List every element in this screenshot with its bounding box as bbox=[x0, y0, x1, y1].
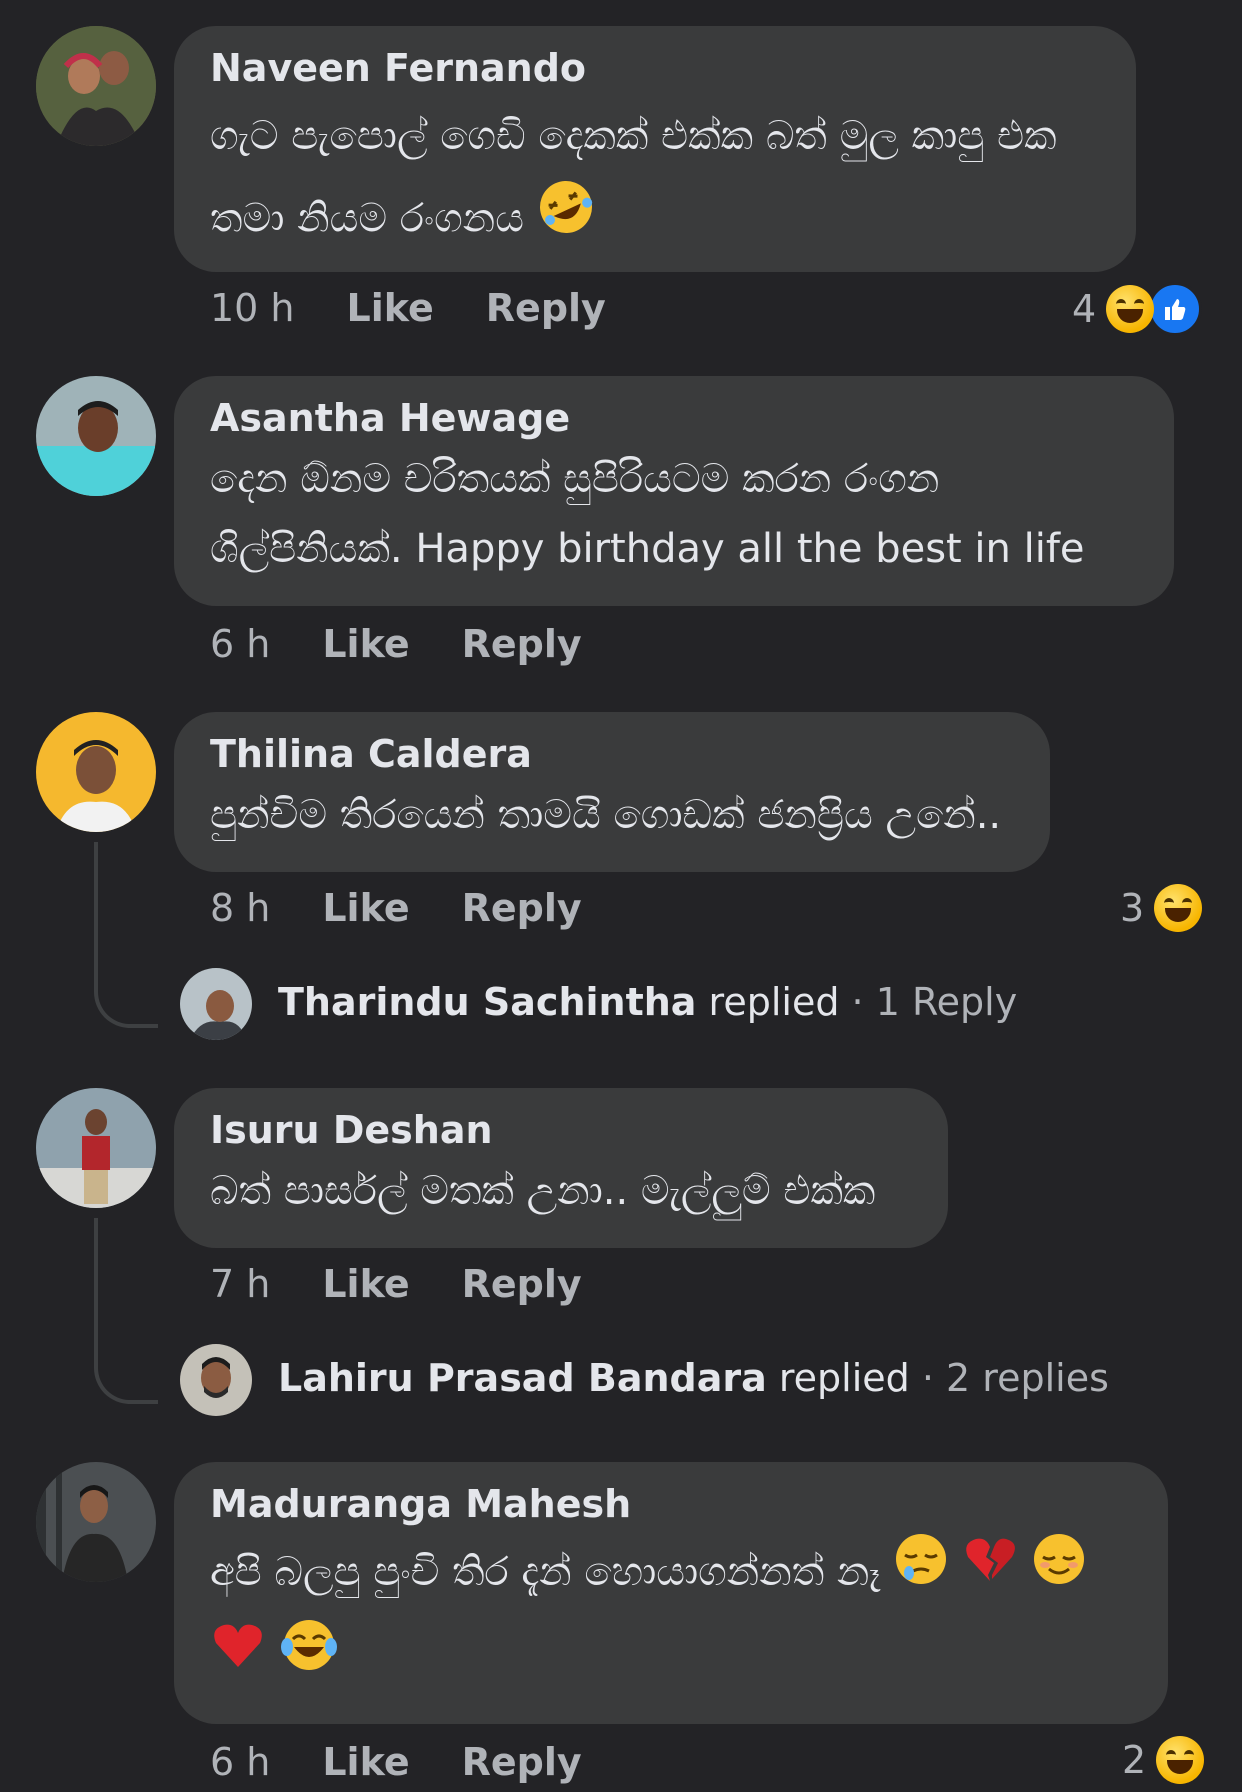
comment-time[interactable]: 8 h bbox=[210, 886, 270, 930]
comment-bubble[interactable]: Thilina Caldera පුන්චිම තිරයෙන් තාමයි ගො… bbox=[174, 712, 1050, 872]
comment-meta: 10 h Like Reply bbox=[210, 286, 658, 330]
thread-connector bbox=[94, 842, 158, 1028]
reaction-summary[interactable]: 4 bbox=[1072, 282, 1203, 336]
like-button[interactable]: Like bbox=[322, 1740, 409, 1784]
replied-label: replied bbox=[708, 980, 840, 1024]
like-button[interactable]: Like bbox=[322, 886, 409, 930]
broken-heart-emoji bbox=[962, 1531, 1018, 1616]
avatar[interactable] bbox=[180, 1344, 252, 1416]
comment-meta: 7 h Like Reply bbox=[210, 1262, 634, 1306]
avatar[interactable] bbox=[180, 968, 252, 1040]
comment-meta: 6 h Like Reply bbox=[210, 1740, 634, 1784]
avatar-image bbox=[36, 376, 156, 496]
like-icon bbox=[1148, 282, 1203, 336]
red-heart-emoji bbox=[210, 1617, 266, 1700]
avatar-image bbox=[36, 1088, 156, 1208]
like-button[interactable]: Like bbox=[322, 622, 409, 666]
comment-time[interactable]: 6 h bbox=[210, 1740, 270, 1784]
relieved-face-emoji bbox=[1031, 1531, 1087, 1616]
avatar-image bbox=[180, 1344, 252, 1416]
reaction-count: 3 bbox=[1120, 886, 1145, 930]
comment-time[interactable]: 10 h bbox=[210, 286, 295, 330]
reply-count: 1 Reply bbox=[875, 980, 1018, 1024]
avatar[interactable] bbox=[36, 376, 156, 496]
avatar-image bbox=[180, 968, 252, 1040]
comment-author[interactable]: Naveen Fernando bbox=[210, 47, 1100, 90]
comment-bubble[interactable]: Naveen Fernando ගැට පැපොල් ගෙඩි දෙකක් එක… bbox=[174, 26, 1136, 272]
comment-time[interactable]: 6 h bbox=[210, 622, 270, 666]
comment-text-line-2: තමා නියම රංගනය bbox=[210, 195, 524, 242]
comment-text-line-2: ශිල්පිනියක්. Happy birthday all the best… bbox=[210, 525, 1085, 572]
avatar[interactable] bbox=[36, 26, 156, 146]
comment-text-line-1: ගැට පැපොල් ගෙඩි දෙකක් එක්ක බත් මුල කාපු … bbox=[210, 112, 1057, 159]
avatar[interactable] bbox=[36, 1088, 156, 1208]
like-button[interactable]: Like bbox=[347, 286, 434, 330]
comment-author[interactable]: Maduranga Mahesh bbox=[210, 1483, 1132, 1526]
comment-author[interactable]: Isuru Deshan bbox=[210, 1109, 912, 1152]
reaction-count: 4 bbox=[1072, 287, 1097, 331]
avatar[interactable] bbox=[36, 712, 156, 832]
comment-author[interactable]: Thilina Caldera bbox=[210, 733, 1014, 776]
reply-button[interactable]: Reply bbox=[462, 1740, 582, 1784]
reply-button[interactable]: Reply bbox=[462, 1262, 582, 1306]
like-button[interactable]: Like bbox=[322, 1262, 409, 1306]
reply-button[interactable]: Reply bbox=[462, 886, 582, 930]
avatar-image bbox=[36, 1462, 156, 1582]
reaction-count: 2 bbox=[1122, 1738, 1147, 1782]
comment-meta: 6 h Like Reply bbox=[210, 622, 634, 666]
comment-bubble[interactable]: Maduranga Mahesh අපි බලපු පුංචි තිර දැන්… bbox=[174, 1462, 1168, 1724]
avatar-image bbox=[36, 712, 156, 832]
comment-text-line-1: බත් පාර්සල් මතක් උනා.. මැල්ලුම් එක්ක bbox=[210, 1167, 876, 1214]
sleepy-face-emoji bbox=[893, 1531, 949, 1616]
tears-of-joy-emoji bbox=[279, 1617, 339, 1700]
reply-button[interactable]: Reply bbox=[486, 286, 606, 330]
thread-connector bbox=[94, 1218, 158, 1404]
comment-text-line-1: අපි බලපු පුංචි තිර දැන් හොයාගන්නත් නෑ bbox=[210, 1548, 881, 1595]
comment-text-line-1: දෙන ඕනම චරිතයක් සුපිරියටම කරන රංගන bbox=[210, 455, 940, 502]
haha-icon bbox=[1156, 1736, 1205, 1784]
comment-bubble[interactable]: Isuru Deshan බත් පාර්සල් මතක් උනා.. මැල්… bbox=[174, 1088, 948, 1248]
view-replies-link[interactable]: Tharindu Sachintha replied · 1 Reply bbox=[278, 980, 1017, 1024]
avatar[interactable] bbox=[36, 1462, 156, 1582]
comment-time[interactable]: 7 h bbox=[210, 1262, 270, 1306]
comment-bubble[interactable]: Asantha Hewage දෙන ඕනම චරිතයක් සුපිරියටම… bbox=[174, 376, 1174, 606]
replier-name: Lahiru Prasad Bandara bbox=[278, 1356, 767, 1400]
separator: · bbox=[909, 1356, 947, 1400]
reaction-summary[interactable]: 2 bbox=[1122, 1736, 1205, 1784]
reaction-summary[interactable]: 3 bbox=[1120, 884, 1203, 932]
haha-icon bbox=[1154, 884, 1203, 932]
rolling-on-floor-laughing-emoji bbox=[537, 178, 595, 263]
comment-text-line-1: පුන්චිම තිරයෙන් තාමයි ගොඩක් ජනප්‍රිය උනේ… bbox=[210, 791, 1002, 838]
avatar-image bbox=[36, 26, 156, 146]
comment-meta: 8 h Like Reply bbox=[210, 886, 634, 930]
view-replies-link[interactable]: Lahiru Prasad Bandara replied · 2 replie… bbox=[278, 1356, 1109, 1400]
haha-icon bbox=[1106, 285, 1155, 333]
replied-label: replied bbox=[778, 1356, 910, 1400]
reply-button[interactable]: Reply bbox=[462, 622, 582, 666]
separator: · bbox=[839, 980, 876, 1024]
reply-count: 2 replies bbox=[946, 1356, 1109, 1400]
replier-name: Tharindu Sachintha bbox=[278, 980, 697, 1024]
comment-author[interactable]: Asantha Hewage bbox=[210, 397, 1138, 440]
